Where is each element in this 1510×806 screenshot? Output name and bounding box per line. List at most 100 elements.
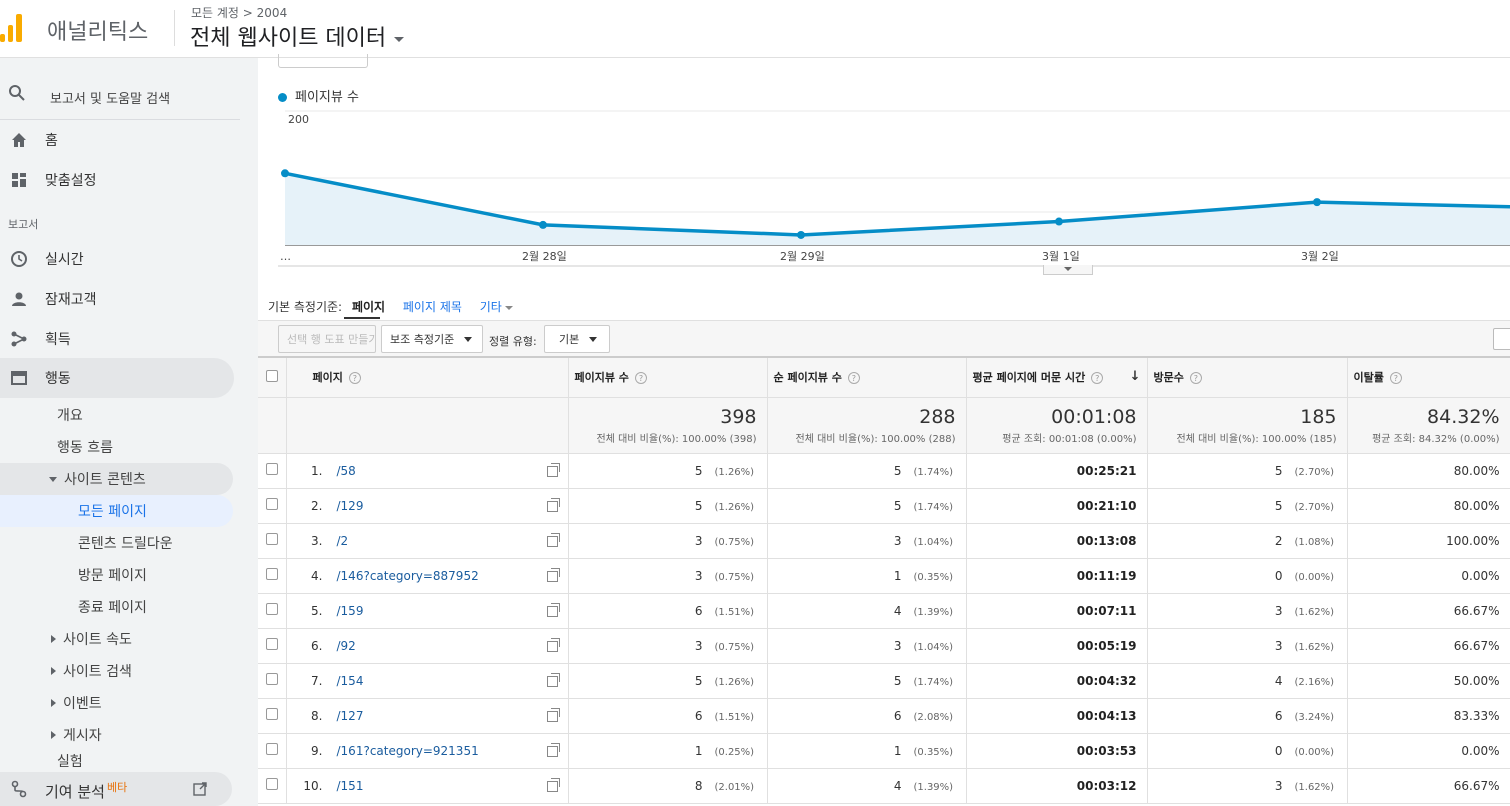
row-checkbox[interactable] <box>265 673 278 685</box>
help-icon[interactable]: ? <box>1389 372 1402 385</box>
row-checkbox[interactable] <box>265 463 278 475</box>
beta-badge: 베타 <box>106 781 128 794</box>
sidebar-item-customization[interactable]: 맞춤설정 <box>0 160 234 200</box>
sidebar-item-events[interactable]: 이벤트 <box>51 687 102 719</box>
help-icon[interactable]: ? <box>348 372 361 385</box>
table-row[interactable]: 10. /151 8 (2.01%) 4 (1.39%) 00:03:12 3 (1.62%) 6… <box>258 768 1510 804</box>
page-link[interactable]: /151 <box>337 779 364 793</box>
cell-value: 1 <box>694 743 703 758</box>
sidebar-item-content-drilldown[interactable]: 콘텐츠 드릴다운 <box>78 527 173 559</box>
open-page-icon[interactable] <box>546 567 560 582</box>
unique-pageviews-cell: 5 (1.74%) <box>767 488 967 524</box>
col-header-unique-pageviews[interactable]: 순 페이지뷰 수? <box>767 356 967 398</box>
open-page-icon[interactable] <box>546 672 560 687</box>
row-checkbox[interactable] <box>265 568 278 580</box>
open-external-icon[interactable] <box>192 781 208 797</box>
page-link[interactable]: /92 <box>337 639 356 653</box>
dimension-page[interactable]: 페이지 <box>352 300 385 314</box>
pageviews-chart[interactable]: 200 100 … 2월 28일 2월 29일 3월 1일 3월 2일 <box>258 108 1510 288</box>
sidebar-item-experiments[interactable]: 실험 <box>57 751 83 769</box>
page-link[interactable]: /146?category=887952 <box>337 569 479 583</box>
table-row[interactable]: 4./146?category=887952 3 (0.75%) 1 (0.35%) 00… <box>258 558 1510 594</box>
brand-name[interactable]: 애널리틱스 <box>47 14 148 46</box>
y-tick-200: 200 <box>288 113 309 126</box>
analytics-logo-icon[interactable] <box>0 12 30 42</box>
dimension-page-title[interactable]: 페이지 제목 <box>403 300 462 314</box>
sidebar-item-landing-pages[interactable]: 방문 페이지 <box>78 559 147 591</box>
open-page-icon[interactable] <box>546 602 560 617</box>
sidebar-item-behavior-flow[interactable]: 행동 흐름 <box>57 431 113 463</box>
select-all-checkbox[interactable] <box>265 369 278 382</box>
sidebar-item-audience[interactable]: 잠재고객 <box>0 279 234 319</box>
table-row[interactable]: 5. /159 6 (1.51%) 4 (1.39%) 00:07:11 3 (1.62%) 66… <box>258 593 1510 629</box>
open-page-icon[interactable] <box>546 462 560 477</box>
open-page-icon[interactable] <box>546 532 560 547</box>
open-page-icon[interactable] <box>546 777 560 792</box>
page-link[interactable]: /129 <box>337 499 364 513</box>
page-link[interactable]: /2 <box>337 534 349 548</box>
row-checkbox[interactable] <box>265 778 278 790</box>
col-header-pageviews[interactable]: 페이지뷰 수? <box>568 356 768 398</box>
open-page-icon[interactable] <box>546 637 560 652</box>
col-header-avg-time[interactable]: 평균 페이지에 머문 시간? ↓ <box>966 356 1148 398</box>
row-checkbox[interactable] <box>265 743 278 755</box>
row-checkbox[interactable] <box>265 638 278 650</box>
plot-rows-button[interactable]: 선택 행 도표 만들기 <box>278 325 376 353</box>
sidebar-item-exit-pages[interactable]: 종료 페이지 <box>78 591 147 623</box>
row-checkbox[interactable] <box>265 498 278 510</box>
row-index: 5. <box>311 603 323 618</box>
page-link[interactable]: /127 <box>337 709 364 723</box>
open-page-icon[interactable] <box>546 497 560 512</box>
row-checkbox[interactable] <box>265 708 278 720</box>
report-search[interactable]: 보고서 및 도움말 검색 <box>0 66 240 120</box>
chart-option-button[interactable] <box>278 54 368 68</box>
pageviews-cell: 5 (1.26%) <box>568 663 768 699</box>
sidebar-item-site-search[interactable]: 사이트 검색 <box>51 655 132 687</box>
open-page-icon[interactable] <box>546 742 560 757</box>
table-row[interactable]: 7. /154 5 (1.26%) 5 (1.74%) 00:04:32 4 (2.16%) 50… <box>258 663 1510 699</box>
col-header-entrances[interactable]: 방문수? <box>1147 356 1348 398</box>
table-row[interactable]: 1. /58 5 (1.26%) 5 (1.74%) 00:25:21 5 (2.70%) 80.… <box>258 453 1510 489</box>
table-row[interactable]: 3. /2 3 (0.75%) 3 (1.04%) 00:13:08 2 (1.08%) 100.… <box>258 523 1510 559</box>
sidebar-item-behavior[interactable]: 행동 <box>0 358 234 398</box>
account-breadcrumb[interactable]: 모든 계정 > 2004 <box>191 4 287 21</box>
column-label: 페이지뷰 수 <box>574 371 629 385</box>
col-header-bounce-rate[interactable]: 이탈률? <box>1347 356 1510 398</box>
sidebar-item-all-pages[interactable]: 모든 페이지 <box>78 495 147 527</box>
sidebar-item-realtime[interactable]: 실시간 <box>0 239 234 279</box>
open-page-icon[interactable] <box>546 707 560 722</box>
table-row[interactable]: 8. /127 6 (1.51%) 6 (2.08%) 00:04:13 6 (3.24%) 83… <box>258 698 1510 734</box>
table-view-toggle[interactable] <box>1493 328 1510 350</box>
sidebar-item-site-content[interactable]: 사이트 콘텐츠 <box>49 463 146 495</box>
selected-dimension-underline <box>344 317 380 319</box>
secondary-dimension-label: 보조 측정기준 <box>390 333 455 346</box>
sidebar-item-overview[interactable]: 개요 <box>57 399 83 431</box>
help-icon[interactable]: ? <box>634 372 647 385</box>
sidebar-item-attribution[interactable]: 기여 분석 베타 <box>0 772 232 806</box>
cell-percent: (2.70%) <box>1294 501 1335 513</box>
table-row[interactable]: 6. /92 3 (0.75%) 3 (1.04%) 00:05:19 3 (1.62%) 66.… <box>258 628 1510 664</box>
help-icon[interactable]: ? <box>1091 372 1104 385</box>
table-row[interactable]: 2. /129 5 (1.26%) 5 (1.74%) 00:21:10 5 (2.70%) 80… <box>258 488 1510 524</box>
sidebar-item-home[interactable]: 홈 <box>0 120 234 160</box>
unique-pageviews-cell: 1 (0.35%) <box>767 558 967 594</box>
row-checkbox[interactable] <box>265 603 278 615</box>
sidebar-item-acquisition[interactable]: 획득 <box>0 319 234 359</box>
col-header-page[interactable]: 페이지? <box>286 356 569 398</box>
help-icon[interactable]: ? <box>1189 372 1202 385</box>
sidebar-item-publisher[interactable]: 게시자 <box>51 719 102 751</box>
page-link[interactable]: /154 <box>337 674 364 688</box>
property-selector[interactable]: 전체 웹사이트 데이터 <box>190 20 405 52</box>
chart-collapse-handle[interactable] <box>1043 265 1093 275</box>
secondary-dimension-dropdown[interactable]: 보조 측정기준 <box>381 325 483 353</box>
help-icon[interactable]: ? <box>847 372 860 385</box>
table-row[interactable]: 9./161?category=921351 1 (0.25%) 1 (0.35%) 00… <box>258 733 1510 769</box>
page-link[interactable]: /161?category=921351 <box>337 744 479 758</box>
page-link[interactable]: /159 <box>337 604 364 618</box>
row-checkbox-cell <box>258 593 287 629</box>
sidebar-item-site-speed[interactable]: 사이트 속도 <box>51 623 132 655</box>
dimension-more[interactable]: 기타 <box>480 300 513 314</box>
page-link[interactable]: /58 <box>337 464 356 478</box>
sort-type-dropdown[interactable]: 기본 <box>544 325 610 353</box>
row-checkbox[interactable] <box>265 533 278 545</box>
